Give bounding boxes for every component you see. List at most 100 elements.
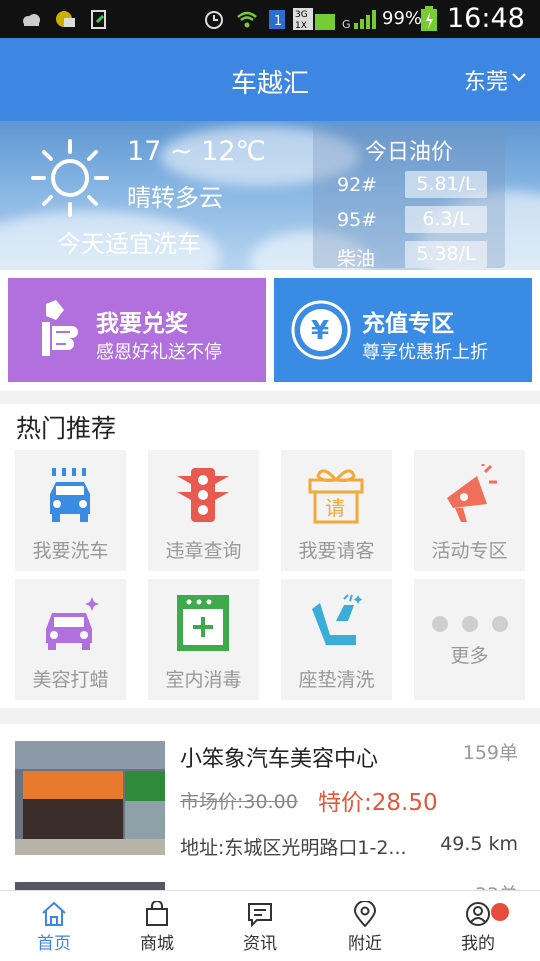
nav-label: 商城 xyxy=(140,934,174,954)
nav-label: 首页 xyxy=(37,934,71,954)
tile-label: 室内消毒 xyxy=(165,669,242,691)
svg-text:¥: ¥ xyxy=(311,316,329,346)
user-icon xyxy=(466,902,490,926)
gift-icon: 请 xyxy=(308,469,364,524)
oil-type-label: 92# xyxy=(337,174,378,196)
hand-money-icon xyxy=(42,300,78,356)
tile-label: 座垫清洗 xyxy=(298,669,375,691)
tile-label: 美容打蜡 xyxy=(32,669,109,691)
order-count: 159单 xyxy=(462,742,518,764)
car-wash-tip: 今天适宜洗车 xyxy=(57,230,201,258)
megaphone-icon xyxy=(447,464,497,522)
more-dots-icon xyxy=(432,616,508,632)
special-price: 特价:28.50 xyxy=(318,790,438,816)
tile-more[interactable]: 更多 xyxy=(414,579,525,700)
oil-row: 95# 6.3/L xyxy=(313,206,505,236)
tile-car-wax[interactable]: 美容打蜡 xyxy=(15,579,126,700)
shop-photo xyxy=(15,882,165,890)
city-selector[interactable]: 东莞 xyxy=(464,64,508,96)
clock: 16:48 xyxy=(447,3,525,34)
disinfection-icon xyxy=(177,595,229,651)
svg-text:G: G xyxy=(342,18,351,30)
weather-banner[interactable]: 17 ~ 12℃ 晴转多云 今天适宜洗车 今日油价 92# 5.81/L 95#… xyxy=(0,121,540,270)
nav-label: 资讯 xyxy=(243,934,277,954)
tile-label: 活动专区 xyxy=(431,540,508,562)
nav-mine[interactable]: 我的 xyxy=(424,891,532,961)
weather-description: 晴转多云 xyxy=(127,184,223,212)
tile-label: 更多 xyxy=(450,645,489,667)
notification-icon xyxy=(56,11,75,27)
recharge-title: 充值专区 xyxy=(362,311,454,337)
recharge-card[interactable]: ¥ 充值专区 尊享优惠折上折 xyxy=(274,278,532,382)
status-bar: 1 3G 1X G 99% 16:48 xyxy=(0,0,540,38)
svg-text:1X: 1X xyxy=(295,21,307,30)
shop-list: 小笨象汽车美容中心 159单 市场价:30.00 特价:28.50 地址:东城区… xyxy=(0,724,540,890)
sim-1-icon: 1 xyxy=(269,10,285,29)
shop-photo xyxy=(15,741,165,855)
car-wash-icon xyxy=(50,468,90,522)
shopping-bag-icon xyxy=(146,901,168,926)
network-3g-icon: 3G1X xyxy=(293,8,335,30)
tile-label: 我要洗车 xyxy=(32,540,109,562)
nav-home[interactable]: 首页 xyxy=(0,891,108,961)
section-title: 热门推荐 xyxy=(16,414,117,443)
market-price: 市场价:30.00 xyxy=(180,791,298,813)
oil-price-title: 今日油价 xyxy=(364,140,453,165)
oil-price-value: 5.38/L xyxy=(405,241,487,268)
tile-activities[interactable]: 活动专区 xyxy=(414,450,525,571)
temperature: 17 ~ 12℃ xyxy=(127,136,266,167)
order-count: 33单 xyxy=(475,880,518,890)
app-title: 车越汇 xyxy=(230,69,309,99)
traffic-light-icon xyxy=(177,468,229,522)
tile-disinfection[interactable]: 室内消毒 xyxy=(148,579,259,700)
bottom-nav: 首页 商城 资讯 附近 我的 xyxy=(0,890,540,961)
nav-mall[interactable]: 商城 xyxy=(103,891,211,961)
sun-icon xyxy=(31,139,109,217)
download-icon xyxy=(91,10,106,29)
promo-area: 我要兑奖 感恩好礼送不停 ¥ 充值专区 尊享优惠折上折 xyxy=(0,270,540,391)
tile-treat[interactable]: 请 我要请客 xyxy=(281,450,392,571)
svg-text:1: 1 xyxy=(274,14,282,29)
oil-price-value: 5.81/L xyxy=(405,171,487,198)
location-pin-icon xyxy=(353,901,377,927)
oil-price-panel[interactable]: 今日油价 92# 5.81/L 95# 6.3/L 柴油 5.38/L xyxy=(313,126,505,270)
shop-distance: 49.5 km xyxy=(440,833,518,855)
nav-label: 我的 xyxy=(461,934,495,954)
recharge-subtitle: 尊享优惠折上折 xyxy=(362,342,488,363)
chevron-down-icon[interactable] xyxy=(512,72,526,82)
message-icon xyxy=(248,903,272,927)
shop-name: 小笨象汽车美容中心 xyxy=(180,747,379,772)
wifi-icon xyxy=(237,11,257,28)
tile-label: 我要请客 xyxy=(298,540,375,562)
car-wax-icon xyxy=(46,597,99,650)
battery-icon xyxy=(421,6,437,31)
redeem-title: 我要兑奖 xyxy=(96,311,188,337)
tile-label: 违章查询 xyxy=(165,540,242,562)
svg-text:请: 请 xyxy=(325,496,345,520)
app-header: 车越汇 东莞 xyxy=(0,38,540,121)
shop-address: 地址:东城区光明路口1-2... xyxy=(180,837,407,859)
signal-icon: G xyxy=(342,10,376,30)
alarm-icon xyxy=(205,11,223,29)
tile-seat-cleaning[interactable]: 座垫清洗 xyxy=(281,579,392,700)
oil-row: 柴油 5.38/L xyxy=(313,241,505,270)
yuan-coin-icon: ¥ xyxy=(291,300,351,360)
notification-badge xyxy=(491,903,509,921)
redeem-subtitle: 感恩好礼送不停 xyxy=(96,342,222,363)
redeem-prize-card[interactable]: 我要兑奖 感恩好礼送不停 xyxy=(8,278,266,382)
oil-type-label: 柴油 xyxy=(337,248,376,270)
home-icon xyxy=(42,901,66,926)
nav-label: 附近 xyxy=(348,934,382,954)
hot-recommend-section: 热门推荐 我要洗车 违章查询 请 我要请客 活动专区 美容打蜡 室内消毒 座垫清… xyxy=(0,404,540,708)
weather-cloud-icon xyxy=(23,14,40,26)
nav-news[interactable]: 资讯 xyxy=(206,891,314,961)
tile-car-wash[interactable]: 我要洗车 xyxy=(15,450,126,571)
oil-type-label: 95# xyxy=(337,209,378,231)
seat-cleaning-icon xyxy=(312,594,363,645)
tile-violation-query[interactable]: 违章查询 xyxy=(148,450,259,571)
oil-row: 92# 5.81/L xyxy=(313,171,505,201)
oil-price-value: 6.3/L xyxy=(405,206,487,233)
storefront-image xyxy=(15,741,165,855)
nav-nearby[interactable]: 附近 xyxy=(311,891,419,961)
battery-percent: 99% xyxy=(382,8,423,29)
